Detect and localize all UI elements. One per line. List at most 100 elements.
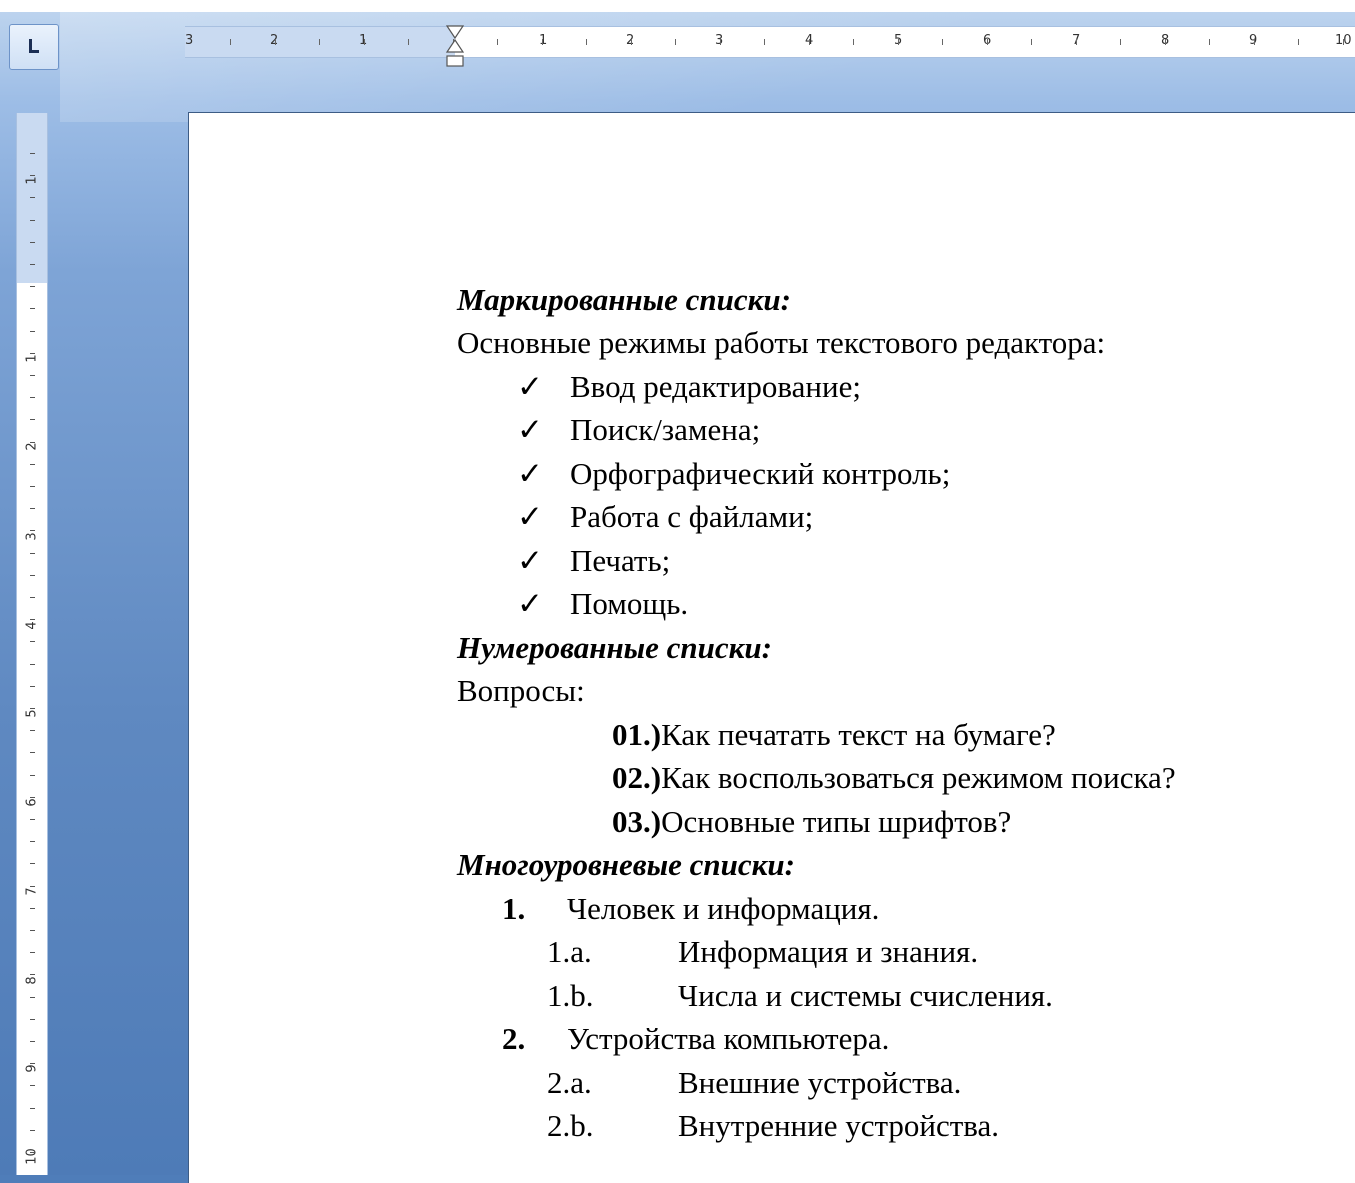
ruler-minor-tick (30, 774, 35, 776)
ruler-minor-tick (942, 39, 943, 45)
list-item-number: 02.) (612, 760, 662, 795)
ruler-minor-tick (30, 330, 35, 332)
ruler-minor-tick (30, 574, 35, 576)
list-item: 03.)Основные типы шрифтов? (612, 802, 1011, 846)
document-page[interactable]: Маркированные списки: Основные режимы ра… (188, 112, 1355, 1183)
ruler-minor-tick (1209, 39, 1210, 45)
ruler-minor-tick (764, 39, 765, 45)
ruler-minor-tick (30, 286, 35, 288)
checkmark-icon: ✓ (517, 499, 543, 534)
ruler-minor-tick (1120, 39, 1121, 45)
ruler-minor-tick (30, 241, 35, 243)
ruler-minor-tick (30, 597, 35, 598)
list-item-text: Числа и системы счисления. (678, 978, 1053, 1013)
list-item-number: 2. (502, 1021, 526, 1056)
ruler-minor-tick (30, 486, 35, 487)
ruler-minor-tick (30, 796, 35, 798)
list-item-text: Устройства компьютера. (567, 1021, 890, 1056)
ruler-minor-tick (1298, 39, 1299, 45)
ruler-tick: 9 (24, 1064, 40, 1073)
list-item-text: Как воспользоваться режимом поиска? (661, 760, 1176, 795)
ruler-minor-tick (1075, 39, 1077, 45)
ruler-minor-tick (719, 39, 721, 45)
list-item-text: Поиск/замена; (570, 412, 761, 447)
ruler-minor-tick (30, 175, 35, 177)
ruler-minor-tick (675, 39, 676, 45)
ruler-minor-tick (30, 375, 35, 376)
list-item: 1.b. Числа и системы счисления. (457, 976, 1157, 1020)
list-item-text: Орфографический контроль; (570, 456, 951, 491)
ruler-minor-tick (897, 39, 899, 45)
ruler-tick: 3 (185, 33, 194, 48)
ruler-minor-tick (541, 39, 543, 45)
ruler-minor-tick (230, 39, 231, 45)
ruler-minor-tick (30, 863, 35, 865)
ruler-minor-tick (30, 952, 35, 954)
ruler-minor-tick (30, 730, 35, 732)
ruler-minor-tick (853, 39, 854, 45)
left-tab-icon (29, 39, 39, 53)
indent-marker[interactable] (445, 24, 465, 70)
ruler-minor-tick (30, 907, 35, 909)
ruler-minor-tick (274, 39, 276, 45)
list-item-text: Работа с файлами; (570, 499, 814, 534)
bulleted-list-intro: Основные режимы работы текстового редакт… (457, 325, 1106, 360)
ruler-minor-tick (30, 1107, 35, 1109)
ruler-minor-tick (30, 641, 35, 643)
bulleted-list-heading: Маркированные списки: (457, 282, 791, 317)
ruler-minor-tick (30, 752, 35, 754)
ruler-minor-tick (1164, 39, 1166, 45)
ruler-minor-tick (30, 308, 35, 310)
ruler-minor-tick (30, 1085, 35, 1087)
ruler-minor-tick (586, 39, 587, 45)
ruler-minor-tick (30, 974, 35, 976)
list-item-number: 1. (502, 891, 526, 926)
list-item-number: 1.a. (547, 934, 592, 969)
list-item: 1. Человек и информация. (457, 889, 1157, 933)
ruler-minor-tick (30, 153, 35, 154)
numbered-list-heading: Нумерованные списки: (457, 630, 772, 665)
ruler-minor-tick (30, 463, 35, 465)
list-item-text: Информация и знания. (678, 934, 979, 969)
ruler-minor-tick (30, 841, 35, 843)
horizontal-ruler[interactable]: 3 2 1 1 2 3 4 5 6 7 8 9 10 (185, 26, 1355, 58)
ruler-minor-tick (630, 39, 632, 45)
ruler-minor-tick (986, 39, 988, 45)
list-item-text: Помощь. (570, 586, 689, 621)
list-item-text: Печать; (570, 543, 671, 578)
ruler-minor-tick (30, 996, 35, 998)
ruler-minor-tick (30, 885, 35, 887)
list-item-text: Основные типы шрифтов? (661, 804, 1012, 839)
vertical-ruler[interactable]: 1 1 2 3 4 5 6 7 8 9 10 (16, 113, 48, 1175)
ruler-minor-tick (30, 1018, 35, 1020)
list-item: 1.a. Информация и знания. (457, 932, 1157, 976)
ruler-tick: 1 (24, 176, 40, 185)
ruler-tick: 10 (24, 1148, 40, 1165)
checkmark-icon: ✓ (517, 412, 543, 447)
ruler-tick: 2 (24, 442, 40, 451)
list-item-text: Внутренние устройства. (678, 1108, 1000, 1143)
ruler-minor-tick (30, 419, 35, 421)
ruler-minor-tick (30, 1063, 35, 1065)
list-item-text: Как печатать текст на бумаге? (661, 717, 1056, 752)
ruler-minor-tick (30, 397, 35, 399)
ruler-minor-tick (30, 685, 35, 687)
checkmark-icon: ✓ (517, 543, 543, 578)
window-top-edge (0, 0, 1355, 12)
ruler-minor-tick (808, 39, 810, 45)
list-item: 02.)Как воспользоваться режимом поиска? (612, 758, 1176, 802)
list-item-number: 01.) (612, 717, 662, 752)
ruler-minor-tick (1342, 39, 1344, 45)
ruler-minor-tick (30, 352, 35, 354)
checkmark-icon: ✓ (517, 369, 543, 404)
ruler-left-margin (185, 27, 455, 57)
ruler-minor-tick (30, 197, 35, 199)
ruler-minor-tick (30, 819, 35, 820)
ruler-minor-tick (30, 930, 35, 931)
tab-stop-selector[interactable] (9, 24, 59, 70)
list-item-number: 2.a. (547, 1065, 592, 1100)
list-item: 2. Устройства компьютера. (457, 1019, 1157, 1063)
list-item: 2.b. Внутренние устройства. (457, 1106, 1157, 1150)
list-item-number: 2.b. (547, 1108, 594, 1143)
ruler-minor-tick (30, 508, 35, 510)
